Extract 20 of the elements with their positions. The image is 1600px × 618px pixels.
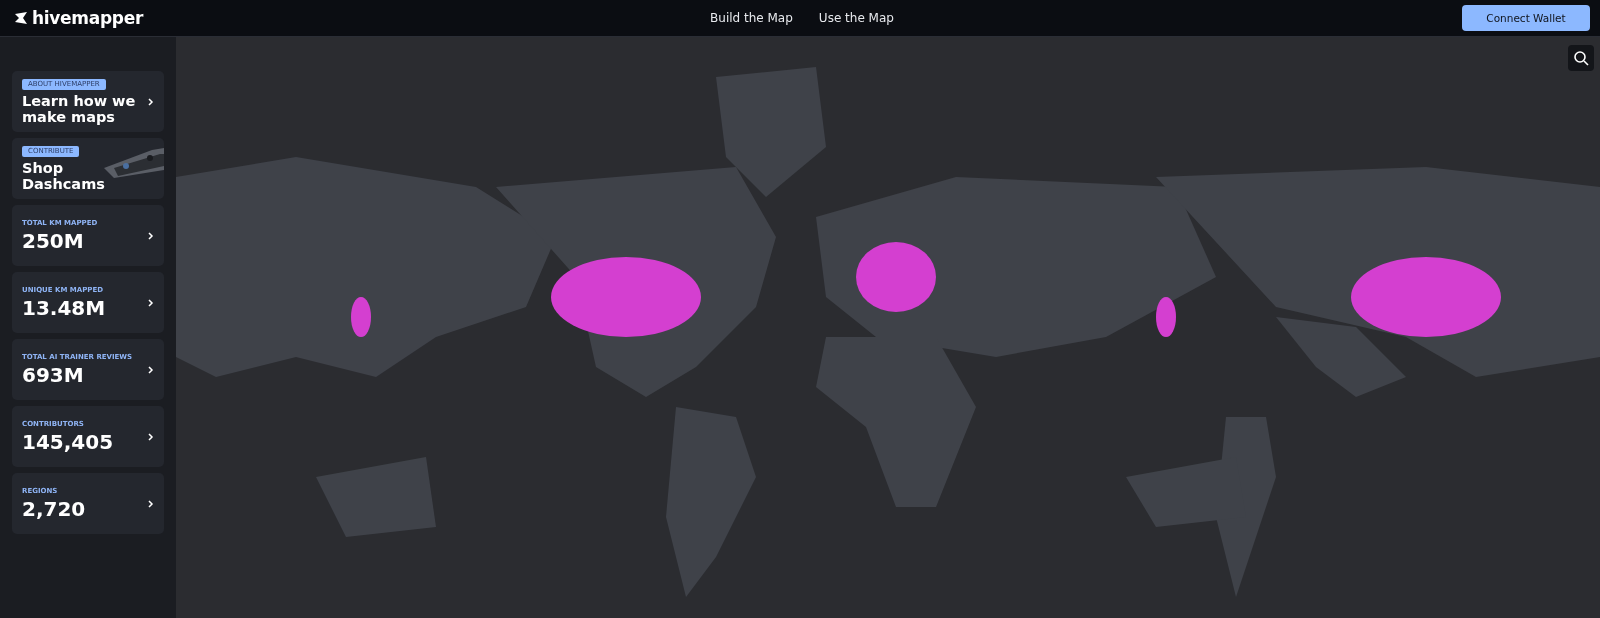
search-button[interactable] — [1568, 45, 1594, 71]
chevron-right-icon — [148, 365, 154, 374]
stat-value: 2,720 — [22, 496, 86, 521]
logo-text: hivemapper — [32, 8, 143, 28]
stat-value: 13.48M — [22, 295, 106, 320]
card-title: Learn how we make maps — [22, 92, 137, 125]
stat-value: 693M — [22, 362, 84, 387]
chevron-right-icon — [148, 499, 154, 508]
connect-wallet-button[interactable]: Connect Wallet — [1462, 5, 1590, 31]
search-icon — [1573, 50, 1589, 66]
nav-link[interactable]: Use the Map — [818, 11, 894, 25]
chevron-right-icon — [148, 231, 154, 240]
chevron-right-icon — [148, 432, 154, 441]
stat-value: 145,405 — [22, 429, 114, 454]
chevron-right-icon — [148, 97, 154, 106]
card-title: Shop Dashcams — [22, 159, 106, 192]
nav-link[interactable]: Build the Map — [710, 11, 793, 25]
chevron-right-icon — [148, 298, 154, 307]
stat-value: 250M — [22, 228, 84, 253]
logo-icon — [14, 11, 28, 25]
